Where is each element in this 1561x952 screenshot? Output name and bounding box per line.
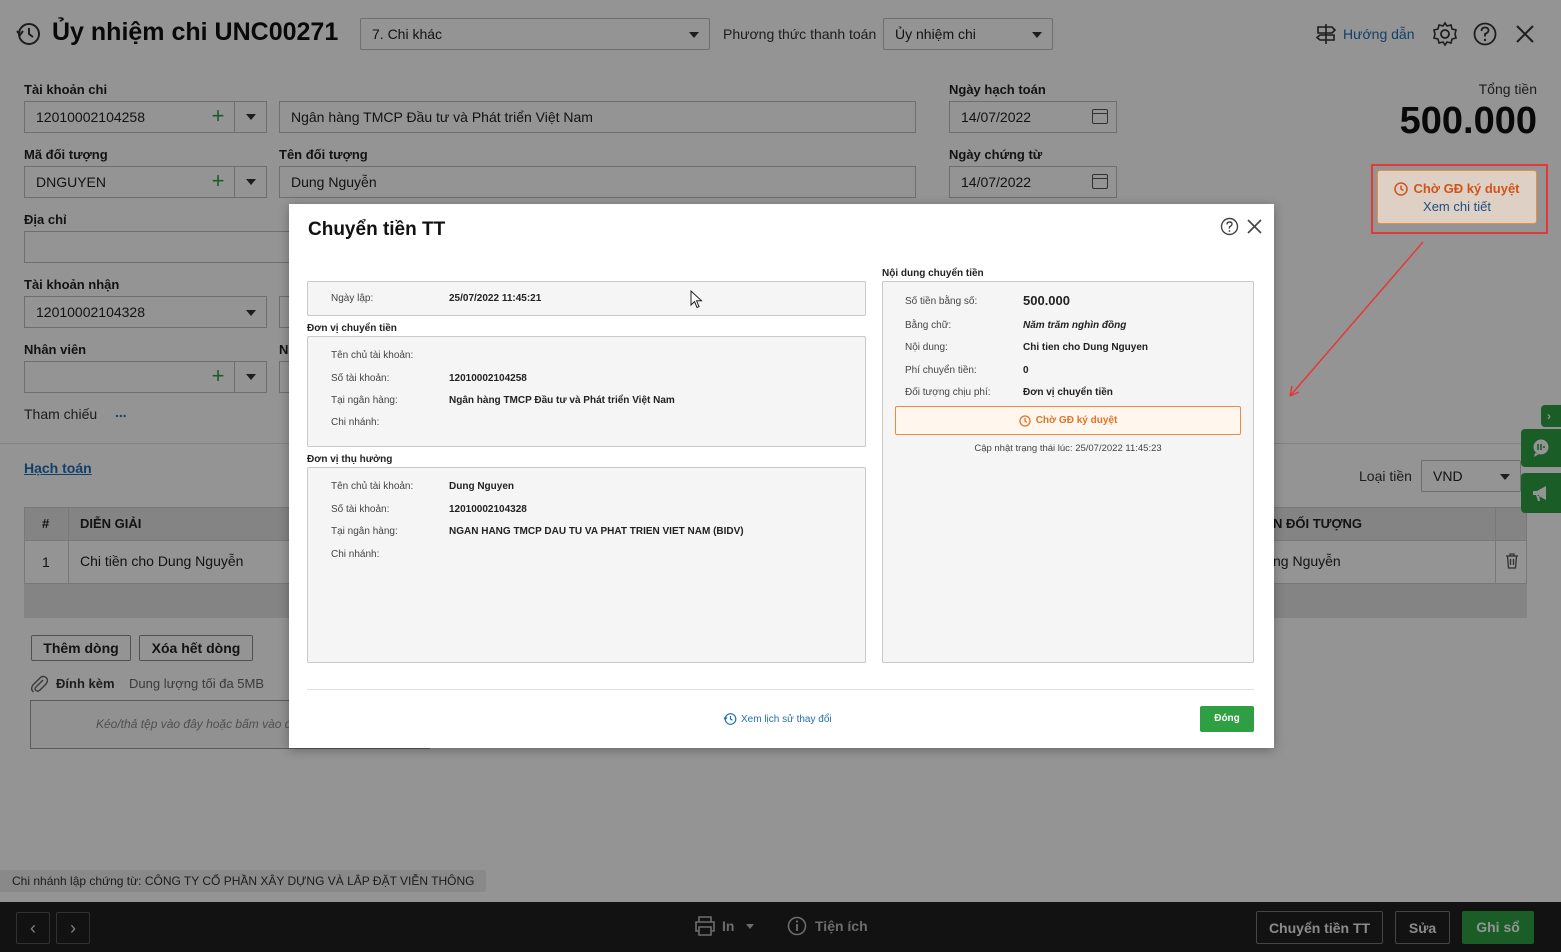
content-panel: Số tiền bằng số: 500.000 Bằng chữ: Năm t… [882,281,1254,663]
created-value: 25/07/2022 11:45:21 [449,293,542,304]
annotation-highlight-box [1371,164,1548,234]
amount-label: Số tiền bằng số: [905,296,978,307]
words-label: Bằng chữ: [905,320,952,331]
dialog-close-button[interactable]: Đóng [1200,706,1254,732]
receiver-account-value: 12010002104328 [449,504,527,515]
sender-section-title: Đơn vị chuyển tiền [307,323,397,334]
sender-panel: Tên chủ tài khoản: Số tài khoản: 1201000… [307,336,866,447]
receiver-bank-label: Tại ngân hàng: [331,526,398,537]
annotation-arrow [1289,241,1424,397]
receiver-account-label: Số tài khoản: [331,504,390,515]
receiver-section-title: Đơn vị thụ hưởng [307,454,393,465]
receiver-owner-value: Dung Nguyen [449,481,514,492]
sender-bank-label: Tại ngân hàng: [331,395,398,406]
clock-icon [1019,414,1031,427]
sender-account-label: Số tài khoản: [331,373,390,384]
amount-value: 500.000 [1023,293,1070,308]
fee-label: Phí chuyển tiền: [905,365,977,376]
history-link-label: Xem lịch sử thay đổi [741,713,832,725]
dialog-title: Chuyển tiền TT [308,219,446,240]
close-icon[interactable] [1246,218,1263,235]
created-label: Ngày lập: [331,293,374,304]
fee-payer-value: Đơn vị chuyển tiền [1023,387,1113,398]
fee-payer-label: Đối tượng chịu phí: [905,387,991,398]
sender-owner-label: Tên chủ tài khoản: [331,350,414,361]
sender-account-value: 12010002104258 [449,373,527,384]
content-section-title: Nội dung chuyển tiền [882,268,984,279]
transfer-dialog: Chuyển tiền TT Ngày lập: 25/07/2022 11:4… [289,204,1274,748]
description-value: Chi tien cho Dung Nguyen [1023,342,1148,353]
sender-bank-value: Ngân hàng TMCP Đầu tư và Phát triển Việt… [449,395,675,406]
created-date-panel: Ngày lập: 25/07/2022 11:45:21 [307,281,866,316]
mouse-cursor-icon [690,290,703,309]
receiver-panel: Tên chủ tài khoản: Dung Nguyen Số tài kh… [307,467,866,663]
receiver-owner-label: Tên chủ tài khoản: [331,481,414,492]
sender-branch-label: Chi nhánh: [331,417,380,428]
status-banner-text: Chờ GĐ ký duyệt [1035,415,1118,426]
dialog-divider [307,689,1254,690]
status-banner: Chờ GĐ ký duyệt [895,406,1241,435]
history-icon [723,713,737,725]
words-value: Năm trăm nghìn đồng [1023,320,1127,331]
status-updated-time: Cập nhật trạng thái lúc: 25/07/2022 11:4… [974,443,1162,454]
receiver-bank-value: NGAN HANG TMCP DAU TU VA PHAT TRIEN VIET… [449,526,744,537]
fee-value: 0 [1023,365,1029,376]
voucher-page: Ủy nhiệm chi UNC00271 7. Chi khác Phương… [0,0,1561,952]
help-icon[interactable] [1220,217,1239,236]
history-link[interactable]: Xem lịch sử thay đổi [723,712,832,726]
description-label: Nội dung: [905,342,948,353]
receiver-branch-label: Chi nhánh: [331,549,380,560]
